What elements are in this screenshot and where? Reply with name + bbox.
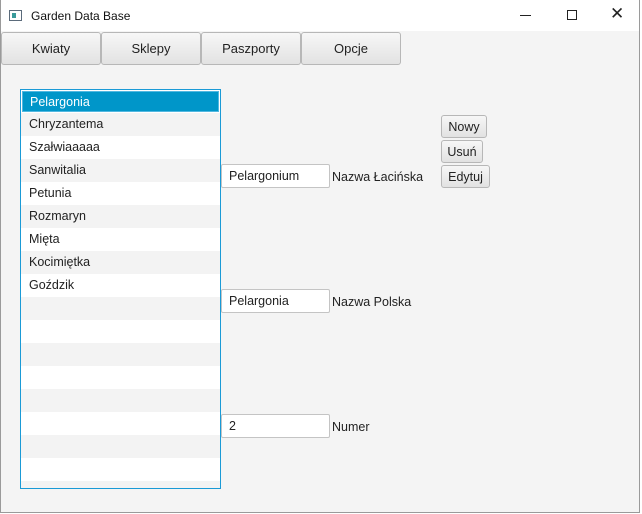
- title-bar[interactable]: Garden Data Base ✕: [1, 0, 639, 31]
- list-item[interactable]: Szałwiaaaaa: [21, 136, 220, 159]
- number-label: Numer: [332, 420, 370, 434]
- polish-name-label: Nazwa Polska: [332, 295, 412, 309]
- menu-button-sklepy[interactable]: Sklepy: [101, 32, 201, 65]
- latin-name-label: Nazwa Łacińska: [332, 170, 424, 184]
- edit-button[interactable]: Edytuj: [441, 165, 490, 188]
- list-item[interactable]: Sanwitalia: [21, 159, 220, 182]
- empty-list-row: [21, 481, 220, 488]
- empty-list-row: [21, 343, 220, 366]
- list-item[interactable]: Kocimiętka: [21, 251, 220, 274]
- maximize-button[interactable]: [549, 0, 595, 31]
- empty-list-row: [21, 435, 220, 458]
- list-item-selected[interactable]: Pelargonia: [22, 91, 219, 112]
- delete-button[interactable]: Usuń: [441, 140, 483, 163]
- maximize-icon: [567, 10, 577, 20]
- plant-list[interactable]: Pelargonia Chryzantema Szałwiaaaaa Sanwi…: [20, 89, 221, 489]
- empty-list-row: [21, 366, 220, 389]
- list-item[interactable]: Rozmaryn: [21, 205, 220, 228]
- list-item[interactable]: Mięta: [21, 228, 220, 251]
- empty-list-row: [21, 412, 220, 435]
- minimize-button[interactable]: [503, 0, 549, 31]
- minimize-icon: [520, 15, 531, 16]
- list-item[interactable]: Petunia: [21, 182, 220, 205]
- menu-button-kwiaty[interactable]: Kwiaty: [1, 32, 101, 65]
- close-button[interactable]: ✕: [595, 0, 641, 31]
- empty-list-row: [21, 320, 220, 343]
- empty-list-row: [21, 458, 220, 481]
- app-window: Garden Data Base ✕ Kwiaty Sklepy Paszpor…: [0, 0, 640, 513]
- number-field[interactable]: [221, 414, 330, 438]
- app-window-icon: [9, 10, 22, 21]
- menu-button-paszporty[interactable]: Paszporty: [201, 32, 301, 65]
- menu-bar: Kwiaty Sklepy Paszporty Opcje: [1, 31, 639, 67]
- latin-name-field[interactable]: [221, 164, 330, 188]
- list-item[interactable]: Goździk: [21, 274, 220, 297]
- empty-list-row: [21, 389, 220, 412]
- menu-button-opcje[interactable]: Opcje: [301, 32, 401, 65]
- list-item[interactable]: Chryzantema: [21, 113, 220, 136]
- empty-list-row: [21, 297, 220, 320]
- new-button[interactable]: Nowy: [441, 115, 487, 138]
- polish-name-field[interactable]: [221, 289, 330, 313]
- close-icon: ✕: [610, 4, 625, 23]
- window-title: Garden Data Base: [31, 9, 131, 23]
